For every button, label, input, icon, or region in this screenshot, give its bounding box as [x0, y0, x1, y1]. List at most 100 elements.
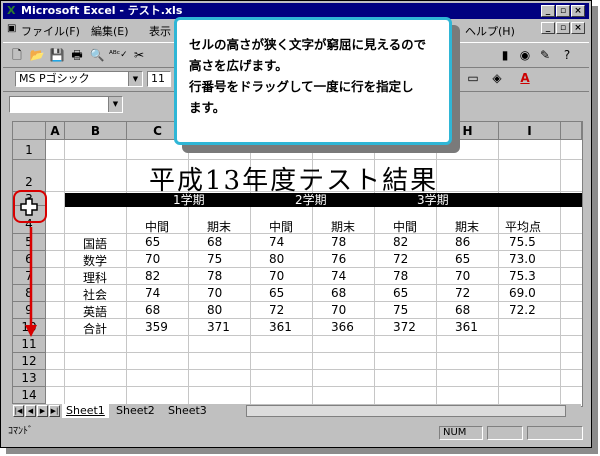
score-cell: 75	[207, 252, 223, 266]
doc-restore-button[interactable]: ▫	[556, 22, 570, 34]
score-cell: 65	[145, 235, 161, 249]
average-cell: 75.5	[509, 235, 536, 249]
help-icon[interactable]: ?	[559, 47, 575, 63]
score-cell: 72	[393, 252, 409, 266]
subject-cell: 数学	[83, 254, 108, 268]
drag-arrow-icon	[25, 227, 37, 337]
score-cell: 68	[145, 303, 161, 317]
workbook-icon[interactable]: ▣	[7, 23, 16, 34]
score-cell: 86	[455, 235, 471, 249]
callout-line: 高さを広げます。	[189, 58, 288, 73]
chevron-down-icon: ▼	[108, 97, 122, 112]
tab-sheet3[interactable]: Sheet3	[164, 404, 211, 418]
score-cell: 82	[393, 235, 409, 249]
column-header-a[interactable]: A	[46, 122, 65, 140]
total-cell: 371	[207, 320, 230, 334]
status-indicator	[527, 426, 583, 440]
print-preview-icon[interactable]: 🔍	[89, 47, 105, 63]
font-select[interactable]: MS Pゴシック ▼	[15, 71, 143, 87]
name-box[interactable]: ▼	[9, 96, 123, 113]
gridline	[46, 352, 582, 353]
term-3-label: 3学期	[417, 193, 449, 207]
subject-cell: 理科	[83, 271, 108, 285]
close-button[interactable]: ×	[571, 5, 585, 17]
select-all-corner[interactable]	[13, 122, 46, 140]
header-cell: 期末	[207, 220, 232, 234]
column-header-j[interactable]	[561, 122, 582, 140]
gridline	[46, 250, 582, 251]
worksheet-grid[interactable]: A B C D E F G H I 1 2 3 4 5 6 7 8 9 10 1…	[12, 121, 583, 407]
total-cell: 372	[393, 320, 416, 334]
score-cell: 80	[207, 303, 223, 317]
score-cell: 72	[269, 303, 285, 317]
border-icon[interactable]: ▭	[465, 70, 481, 86]
gridline	[46, 335, 582, 336]
font-size-select[interactable]: 11	[147, 71, 171, 87]
score-cell: 74	[145, 286, 161, 300]
total-cell: 359	[145, 320, 168, 334]
menu-view[interactable]: 表示	[149, 23, 171, 39]
print-icon[interactable]: 🖶	[69, 47, 85, 63]
score-cell: 74	[269, 235, 285, 249]
menu-help[interactable]: ヘルプ(H)	[465, 23, 515, 39]
doc-minimize-button[interactable]: _	[541, 22, 555, 34]
first-sheet-button[interactable]: |◀	[13, 405, 24, 417]
score-cell: 70	[145, 252, 161, 266]
tab-sheet2[interactable]: Sheet2	[112, 404, 159, 418]
next-sheet-button[interactable]: ▶	[37, 405, 48, 417]
score-cell: 65	[393, 286, 409, 300]
row-header-14[interactable]: 14	[13, 387, 46, 404]
open-folder-icon[interactable]: 📂	[29, 47, 45, 63]
maximize-button[interactable]: ▫	[556, 5, 570, 17]
score-cell: 80	[269, 252, 285, 266]
gridline	[46, 284, 582, 285]
row-header-13[interactable]: 13	[13, 370, 46, 387]
column-header-i[interactable]: I	[499, 122, 561, 140]
status-indicator	[487, 426, 523, 440]
score-cell: 68	[455, 303, 471, 317]
term-1-label: 1学期	[173, 193, 205, 207]
callout-line: ます。	[189, 100, 226, 115]
gridline	[46, 267, 582, 268]
tab-sheet1[interactable]: Sheet1	[62, 404, 109, 418]
header-cell: 中間	[269, 220, 294, 234]
font-value: MS Pゴシック	[19, 72, 90, 85]
font-color-icon[interactable]: A	[517, 70, 533, 86]
score-cell: 65	[455, 252, 471, 266]
prev-sheet-button[interactable]: ◀	[25, 405, 36, 417]
gridline	[46, 386, 582, 387]
new-file-icon[interactable]: 🗋	[9, 47, 25, 63]
average-cell: 75.3	[509, 269, 536, 283]
spellcheck-icon[interactable]: ᴬᴮᶜ✓	[109, 47, 128, 63]
doc-close-button[interactable]: ×	[571, 22, 585, 34]
cut-icon[interactable]: ✂	[131, 47, 147, 63]
save-icon[interactable]: 💾	[49, 47, 65, 63]
average-cell: 69.0	[509, 286, 536, 300]
header-cell: 期末	[331, 220, 356, 234]
chart-wizard-icon[interactable]: ▮	[497, 47, 513, 63]
status-mode: ｺﾏﾝﾄﾞ	[8, 426, 33, 437]
column-header-b[interactable]: B	[65, 122, 127, 140]
score-cell: 78	[207, 269, 223, 283]
minimize-button[interactable]: _	[541, 5, 555, 17]
window-shadow	[592, 6, 598, 452]
average-cell: 72.2	[509, 303, 536, 317]
row-header-2[interactable]: 2	[13, 160, 46, 192]
map-icon[interactable]: ◉	[517, 47, 533, 63]
menu-file[interactable]: ファイル(F)	[21, 23, 80, 39]
menu-edit[interactable]: 編集(E)	[91, 23, 129, 39]
total-cell: 366	[331, 320, 354, 334]
gridline	[46, 301, 582, 302]
sheet-title: 平成13年度テスト結果	[149, 166, 439, 196]
gridline	[498, 140, 499, 406]
fill-color-icon[interactable]: ◈	[489, 70, 505, 86]
font-size-value: 11	[151, 72, 165, 85]
row-header-1[interactable]: 1	[13, 140, 46, 160]
drawing-icon[interactable]: ✎	[537, 47, 553, 63]
horizontal-scrollbar[interactable]	[246, 405, 566, 417]
score-cell: 78	[331, 235, 347, 249]
score-cell: 75	[393, 303, 409, 317]
last-sheet-button[interactable]: ▶|	[49, 405, 60, 417]
gridline	[64, 140, 65, 406]
row-header-12[interactable]: 12	[13, 353, 46, 370]
